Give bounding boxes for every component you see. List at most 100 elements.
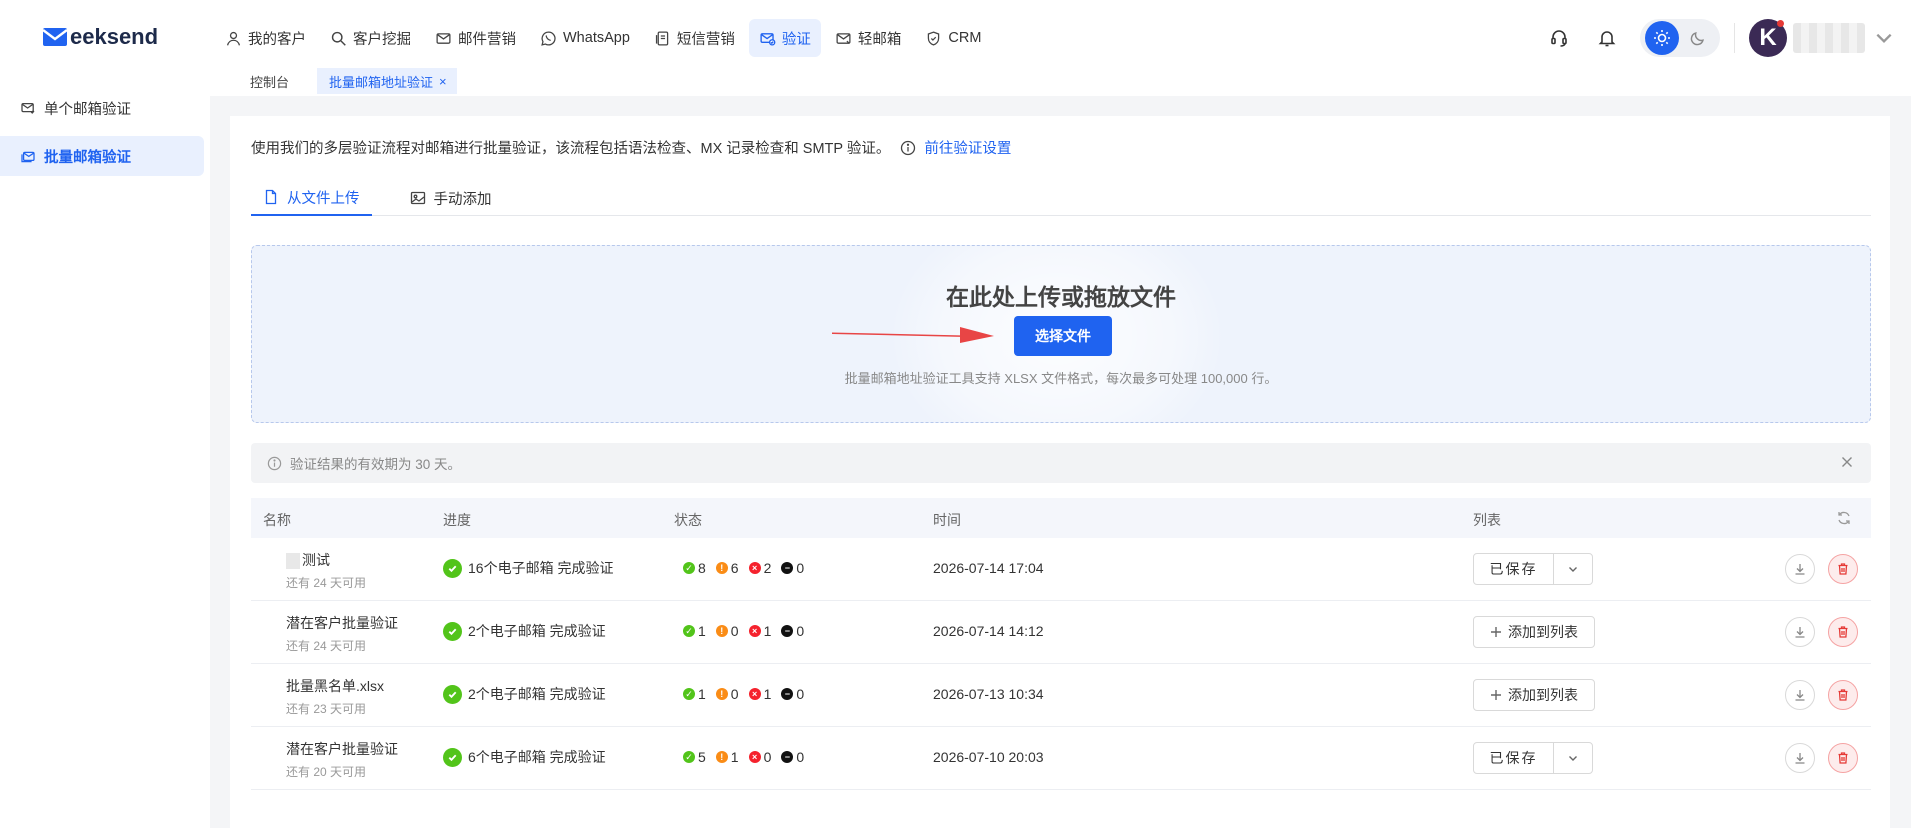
trash-icon[interactable] [1828,743,1858,773]
top-navigation: eeksend 我的客户 客户挖掘 邮件营销 WhatsApp 短信营销 验证 [0,0,1911,76]
check-circle-icon [443,621,462,641]
avatar[interactable]: K [1749,19,1787,57]
headset-icon[interactable] [1546,25,1572,51]
refresh-icon[interactable] [1836,510,1852,526]
table-row[interactable]: 潜在客户批量验证 还有 20 天可用 6个电子邮箱 完成验证 ✓ 5 ! 1 × 0 … [251,727,1871,790]
sidebar-item-bulk-verification[interactable]: 批量邮箱验证 [0,136,204,176]
info-icon [267,456,282,470]
file-dropzone[interactable]: 在此处上传或拖放文件 选择文件 批量邮箱地址验证工具支持 XLSX 文件格式，每… [251,245,1871,423]
sidebar: 单个邮箱验证 批量邮箱验证 [0,76,208,828]
header-progress: 进度 [443,512,471,528]
nav-crm[interactable]: CRM [915,19,991,57]
search-icon [331,31,346,46]
trash-icon[interactable] [1828,680,1858,710]
upload-method-tabs: 从文件上传 手动添加 [251,180,1871,216]
invalid-icon: × [748,625,761,637]
close-icon[interactable] [1839,454,1855,470]
download-icon[interactable] [1785,617,1815,647]
notification-dot [1777,20,1784,27]
row-time: 2026-07-10 20:03 [933,749,1044,765]
theme-toggle[interactable] [1640,19,1720,57]
valid-count: 1 [698,686,706,702]
header-name: 名称 [263,512,291,528]
logo-mail-icon [42,26,68,48]
trash-icon[interactable] [1828,554,1858,584]
row-list-action: 添加到列表 [1473,616,1595,648]
close-icon[interactable]: × [439,74,447,89]
nav-my-customers[interactable]: 我的客户 [215,19,316,57]
risky-count: 1 [730,749,739,765]
nav-verification[interactable]: 验证 [748,19,821,57]
sidebar-item-single-verification[interactable]: 单个邮箱验证 [0,88,204,128]
nav-prospecting[interactable]: 客户挖掘 [320,19,421,57]
chevron-down-icon[interactable] [1871,25,1897,51]
table-row[interactable]: 潜在客户批量验证 还有 24 天可用 2个电子邮箱 完成验证 ✓ 1 ! 0 × 1 … [251,601,1871,664]
top-right-tools: K [1546,18,1911,58]
trash-icon[interactable] [1828,617,1858,647]
tab-upload-file[interactable]: 从文件上传 [251,180,372,216]
chevron-down-icon[interactable] [1554,554,1592,584]
info-icon[interactable] [900,140,916,156]
image-card-icon [410,191,425,205]
moon-icon[interactable] [1681,21,1715,55]
saved-split-button: 已保存 [1473,553,1593,585]
row-status: ✓ 1 ! 0 × 1 −0 [683,686,810,702]
add-to-list-button[interactable]: 添加到列表 [1473,679,1595,711]
saved-button[interactable]: 已保存 [1474,743,1554,773]
sun-icon[interactable] [1645,21,1679,55]
invalid-icon: × [748,751,761,763]
row-status: ✓ 1 ! 0 × 1 −0 [683,623,810,639]
row-name-cell: 潜在客户批量验证 还有 20 天可用 [286,739,398,780]
tab-dashboard[interactable]: 控制台 [210,68,305,94]
row-progress: 2个电子邮箱 完成验证 [443,684,606,704]
page-tabs: 控制台 批量邮箱地址验证 × [210,68,457,94]
chevron-down-icon[interactable] [1554,743,1592,773]
tab-manual-add[interactable]: 手动添加 [398,180,504,216]
user-icon [226,31,241,45]
table-row[interactable]: 批量黑名单.xlsx 还有 23 天可用 2个电子邮箱 完成验证 ✓ 1 ! 0 ×… [251,664,1871,727]
verification-table: 名称 进度 状态 时间 列表 测试 还有 24 天可用 16个电子邮箱 完成验证… [251,498,1871,790]
risky-count: 6 [730,560,739,576]
download-icon[interactable] [1785,680,1815,710]
verification-settings-link[interactable]: 前往验证设置 [924,137,1011,158]
table-row[interactable]: 测试 还有 24 天可用 16个电子邮箱 完成验证 ✓ 8 ! 6 × 2 −0 20… [251,538,1871,601]
risky-icon: ! [715,625,728,637]
nav-light-mailbox[interactable]: 轻邮箱 [825,19,912,57]
row-availability: 还有 20 天可用 [286,765,367,779]
tab-bulk-verification[interactable]: 批量邮箱地址验证 × [317,68,457,94]
unknown-icon: − [781,688,794,700]
username-blurred[interactable] [1793,23,1865,53]
invalid-count: 1 [763,623,772,639]
invalid-icon: × [748,688,761,700]
download-icon[interactable] [1785,554,1815,584]
nav-sms-marketing[interactable]: 短信营销 [644,19,745,57]
row-progress: 6个电子邮箱 完成验证 [443,747,606,767]
add-to-list-button[interactable]: 添加到列表 [1473,616,1595,648]
saved-button[interactable]: 已保存 [1474,554,1554,584]
row-list-action: 已保存 [1473,553,1593,585]
row-name-cell: 批量黑名单.xlsx 还有 23 天可用 [286,676,384,717]
unknown-count: 0 [796,686,805,702]
whatsapp-icon [541,30,556,46]
valid-icon: ✓ [683,688,695,700]
row-list-action: 添加到列表 [1473,679,1595,711]
row-progress: 2个电子邮箱 完成验证 [443,621,606,641]
bell-icon[interactable] [1594,25,1620,51]
brand-logo[interactable]: eeksend [42,24,158,50]
mail-check-icon [760,32,776,46]
mail-icon [21,102,35,114]
nav-whatsapp[interactable]: WhatsApp [530,19,640,57]
row-name: 潜在客户批量验证 [286,615,398,631]
row-status: ✓ 8 ! 6 × 2 −0 [683,560,810,576]
red-arrow-annotation [832,327,994,343]
nav-email-marketing[interactable]: 邮件营销 [425,19,526,57]
mail-icon [436,32,451,44]
download-icon[interactable] [1785,743,1815,773]
choose-file-button[interactable]: 选择文件 [1014,316,1112,356]
unknown-count: 0 [796,749,805,765]
valid-count: 1 [698,623,706,639]
header-list: 列表 [1473,512,1501,528]
divider [1734,23,1735,53]
header-time: 时间 [933,512,961,528]
mail-stack-icon [21,151,35,163]
